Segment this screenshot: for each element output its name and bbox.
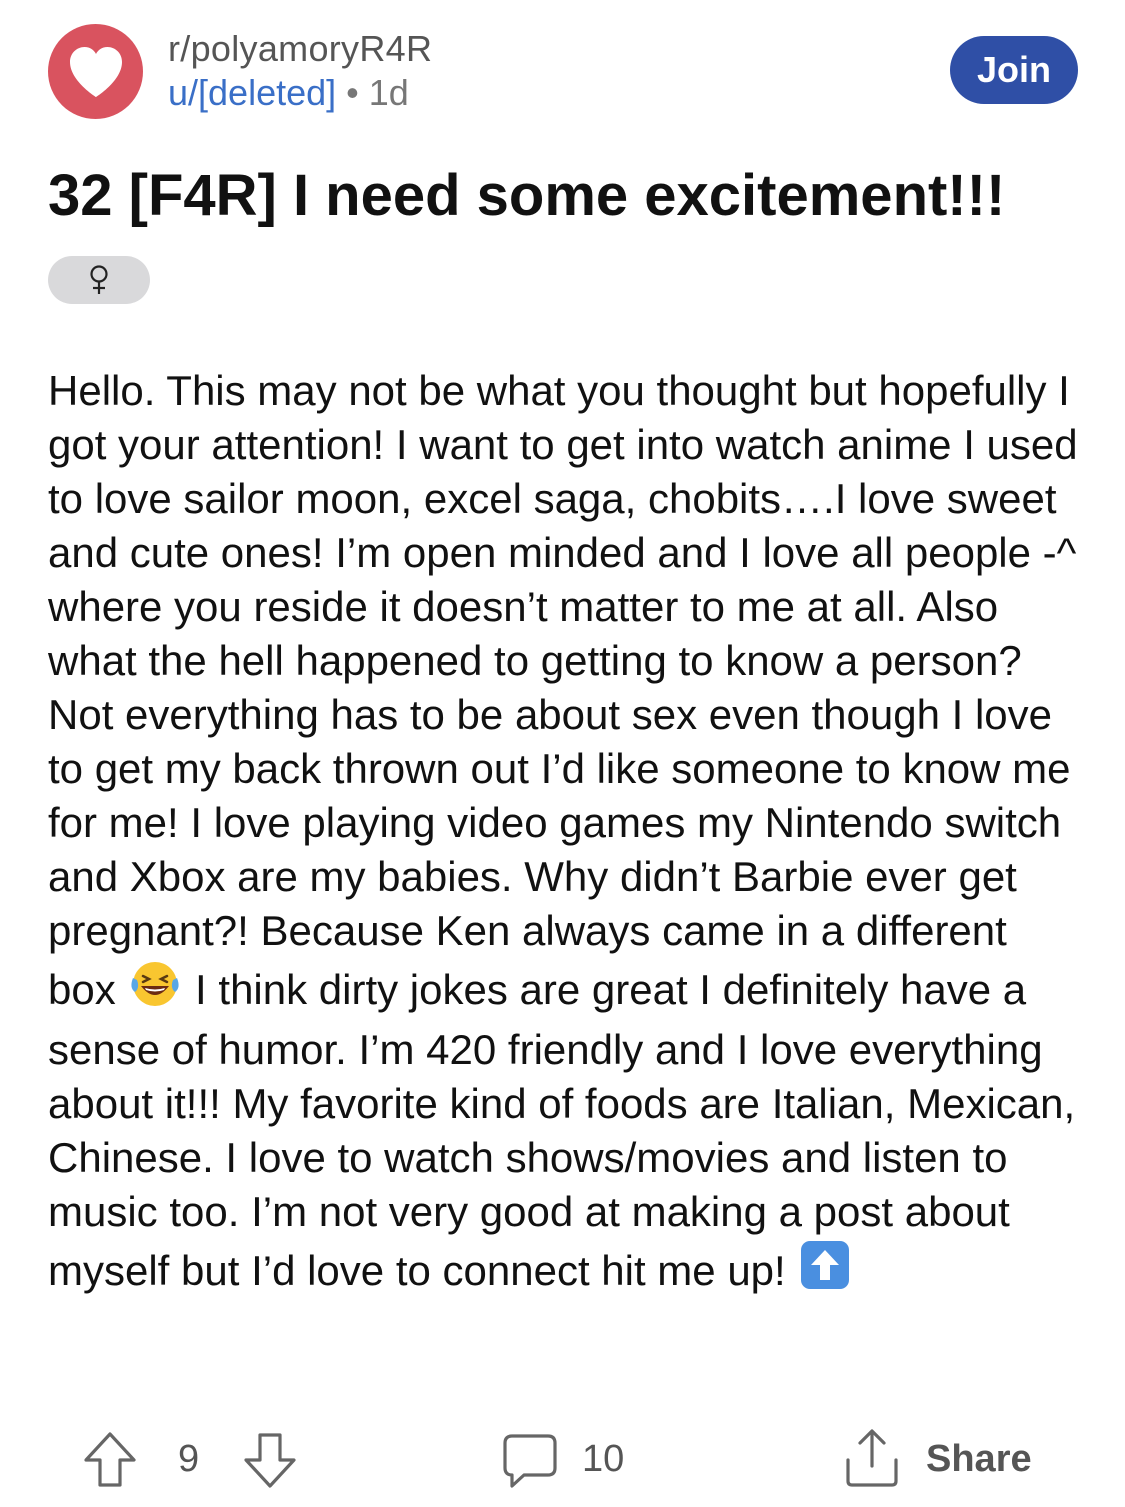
author-line: u/[deleted] • 1d <box>168 70 432 116</box>
upvote-arrow-icon <box>84 1432 136 1487</box>
post-flair[interactable] <box>48 256 150 304</box>
up-arrow-emoji <box>797 1239 853 1304</box>
post-body-text-1: Hello. This may not be what you thought … <box>48 367 1078 576</box>
comment-button[interactable] <box>500 1430 560 1495</box>
subreddit-avatar[interactable] <box>48 24 143 119</box>
subreddit-name[interactable]: r/polyamoryR4R <box>168 28 432 70</box>
separator-dot: • <box>346 72 359 113</box>
comment-count: 10 <box>582 1438 625 1480</box>
heart-icon <box>69 46 122 97</box>
post-age: 1d <box>368 72 409 113</box>
post-header: r/polyamoryR4R u/[deleted] • 1d Join <box>48 24 1078 124</box>
kaomoji: -^ <box>1042 529 1077 576</box>
share-button-icon-wrap[interactable] <box>840 1426 904 1495</box>
post-body-text-3: I think dirty jokes are great I definite… <box>48 966 1076 1294</box>
share-button[interactable]: Share <box>926 1438 1032 1481</box>
join-button[interactable]: Join <box>950 36 1078 104</box>
female-symbol-icon <box>90 265 108 294</box>
laughing-tears-emoji <box>127 958 183 1023</box>
post-body-text-2: where you reside it doesn’t matter to me… <box>48 583 1071 1013</box>
upvote-button[interactable] <box>80 1430 140 1495</box>
comment-bubble-icon <box>503 1434 557 1488</box>
downvote-button[interactable] <box>240 1430 300 1495</box>
vote-count: 9 <box>178 1438 200 1480</box>
share-icon <box>846 1429 898 1487</box>
post-meta: r/polyamoryR4R u/[deleted] • 1d <box>168 28 432 116</box>
post-body: Hello. This may not be what you thought … <box>48 364 1083 1304</box>
author-username[interactable]: u/[deleted] <box>168 72 336 113</box>
downvote-arrow-icon <box>244 1433 296 1488</box>
post-title: 32 [F4R] I need some excitement!!! <box>48 163 1006 228</box>
post-actions-bar: 9 10 Share <box>0 1420 1125 1500</box>
